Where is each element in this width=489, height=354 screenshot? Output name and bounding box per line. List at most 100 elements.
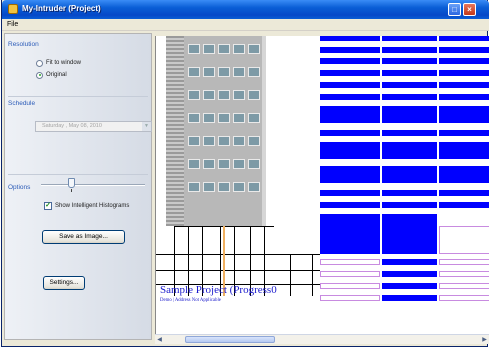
window-block bbox=[233, 136, 245, 146]
histogram-bar bbox=[320, 166, 380, 183]
window-block bbox=[233, 113, 245, 123]
window-block bbox=[218, 182, 230, 192]
window-block bbox=[233, 44, 245, 54]
histogram-bar bbox=[382, 142, 437, 159]
building-image bbox=[166, 36, 266, 226]
histogram-bar bbox=[320, 58, 380, 64]
histogram-bar bbox=[439, 166, 489, 183]
menu-file[interactable]: File bbox=[7, 21, 18, 28]
original-option[interactable]: Original bbox=[36, 70, 67, 80]
histogram-bar bbox=[382, 166, 437, 183]
histogram-bar bbox=[439, 47, 489, 53]
scroll-right-icon[interactable]: ▶ bbox=[480, 336, 489, 344]
histogram-bar bbox=[320, 190, 380, 196]
fit-to-window-radio[interactable] bbox=[36, 59, 43, 67]
window-block bbox=[248, 159, 260, 169]
schedule-slider-track[interactable] bbox=[41, 184, 145, 186]
settings-panel: Resolution Fit to window Original Schedu… bbox=[4, 33, 152, 340]
histogram-bar bbox=[320, 106, 380, 123]
grid-line bbox=[290, 254, 291, 296]
histogram-bar bbox=[320, 70, 380, 76]
window-block bbox=[248, 90, 260, 100]
scrollbar-thumb[interactable] bbox=[185, 336, 275, 343]
show-histograms-label: Show Intelligent Histograms bbox=[55, 203, 130, 209]
histogram-bar bbox=[439, 190, 489, 196]
grid-line bbox=[156, 270, 320, 271]
options-title: Options bbox=[8, 184, 31, 191]
histogram-bar bbox=[382, 94, 437, 100]
close-button[interactable]: × bbox=[463, 3, 476, 16]
settings-button[interactable]: Settings... bbox=[43, 276, 85, 290]
window-block bbox=[203, 182, 215, 192]
show-histograms-checkbox[interactable]: ✓ bbox=[44, 202, 52, 210]
window-block bbox=[203, 44, 215, 54]
window-block bbox=[203, 90, 215, 100]
horizontal-scrollbar[interactable]: ◀ ▶ bbox=[155, 334, 489, 344]
window-block bbox=[218, 90, 230, 100]
date-picker[interactable]: Saturday , May 08, 2010 ▼ bbox=[35, 121, 152, 132]
building-side bbox=[166, 36, 184, 226]
window-block bbox=[218, 136, 230, 146]
maximize-button[interactable]: □ bbox=[448, 3, 461, 16]
save-as-image-button[interactable]: Save as Image... bbox=[42, 230, 125, 244]
window-block bbox=[188, 67, 200, 77]
window-block bbox=[233, 182, 245, 192]
window-title: My-Intruder (Project) bbox=[22, 4, 101, 13]
resolution-title: Resolution bbox=[8, 41, 39, 48]
histogram-bar bbox=[439, 94, 489, 100]
window-block bbox=[248, 113, 260, 123]
menu-bar: File bbox=[2, 19, 489, 31]
histogram-bar bbox=[320, 142, 380, 159]
histogram-bar bbox=[439, 36, 489, 41]
histogram-bar bbox=[439, 106, 489, 123]
original-radio[interactable] bbox=[36, 71, 43, 79]
window-block bbox=[248, 182, 260, 192]
histogram-bar bbox=[320, 36, 380, 41]
show-histograms-option[interactable]: ✓ Show Intelligent Histograms bbox=[44, 202, 129, 210]
grid-line bbox=[312, 254, 313, 296]
histogram-bar bbox=[382, 36, 437, 41]
window-block bbox=[218, 159, 230, 169]
window-block bbox=[233, 159, 245, 169]
schedule-slider-thumb[interactable] bbox=[68, 178, 75, 188]
scroll-left-icon[interactable]: ◀ bbox=[155, 336, 164, 344]
fit-to-window-label: Fit to window bbox=[46, 60, 82, 66]
window-block bbox=[188, 136, 200, 146]
histogram-bar bbox=[382, 58, 437, 64]
schedule-title: Schedule bbox=[8, 100, 36, 107]
window-block bbox=[188, 159, 200, 169]
window-block bbox=[188, 90, 200, 100]
grid-line bbox=[156, 254, 320, 255]
window-block bbox=[248, 67, 260, 77]
histogram-bar bbox=[320, 47, 380, 53]
window-block bbox=[248, 44, 260, 54]
project-subtitle: Demo | Address Not Applicable bbox=[160, 298, 221, 303]
window-block bbox=[203, 113, 215, 123]
histogram-bar bbox=[439, 202, 489, 208]
window-block bbox=[188, 44, 200, 54]
histogram-bar bbox=[320, 130, 380, 136]
window-block bbox=[233, 90, 245, 100]
project-title: Sample Project (Progress0 bbox=[160, 284, 277, 296]
histogram-bar bbox=[382, 106, 437, 123]
window-block bbox=[248, 136, 260, 146]
original-label: Original bbox=[46, 72, 67, 78]
window-block bbox=[188, 182, 200, 192]
app-window: My-Intruder (Project) □ × File Resolutio… bbox=[1, 0, 489, 347]
window-block bbox=[233, 67, 245, 77]
window-block bbox=[218, 113, 230, 123]
fit-to-window-option[interactable]: Fit to window bbox=[36, 58, 81, 68]
histogram-bar bbox=[439, 82, 489, 88]
histogram-bar bbox=[320, 82, 380, 88]
image-canvas[interactable]: Sample Project (Progress0 Demo | Address… bbox=[155, 36, 489, 334]
window-block bbox=[218, 44, 230, 54]
building-core bbox=[184, 36, 262, 226]
window-block bbox=[203, 67, 215, 77]
window-block bbox=[203, 159, 215, 169]
histogram-bar bbox=[439, 70, 489, 76]
window-block bbox=[218, 67, 230, 77]
slider-tick bbox=[71, 189, 72, 192]
title-bar[interactable]: My-Intruder (Project) □ × bbox=[2, 0, 489, 19]
chevron-down-icon[interactable]: ▼ bbox=[142, 122, 151, 131]
histogram-bar bbox=[382, 190, 437, 196]
